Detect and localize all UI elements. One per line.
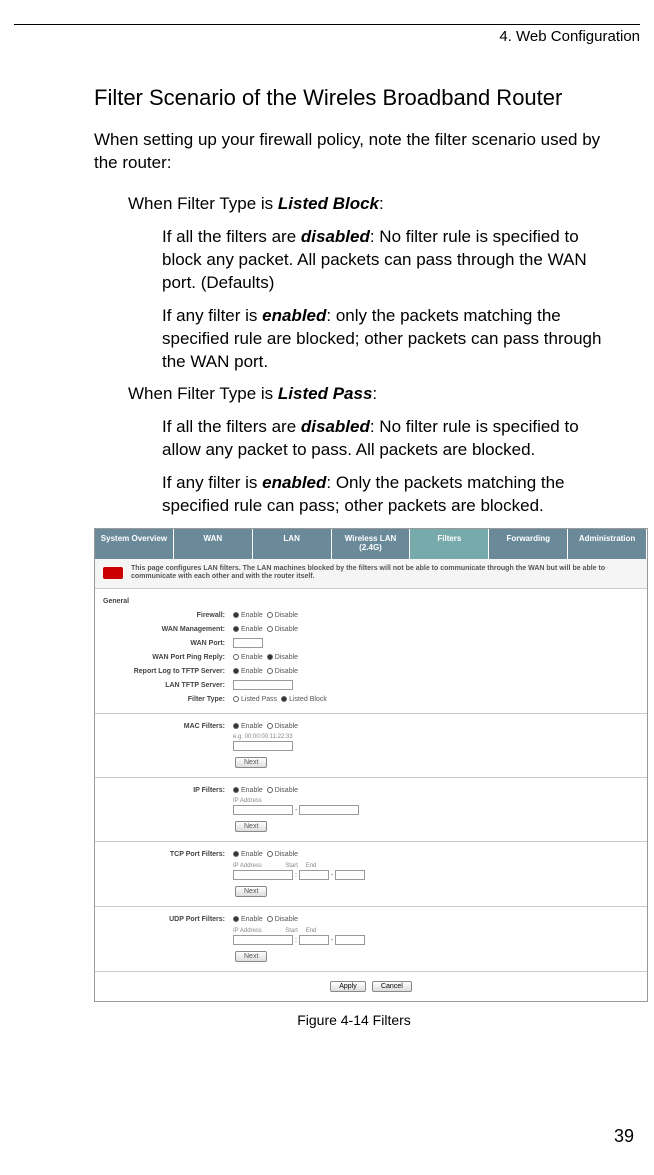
tab-lan[interactable]: LAN bbox=[253, 529, 332, 559]
label-wan-mgmt: WAN Management: bbox=[103, 623, 225, 637]
nav-tabs: System Overview WAN LAN Wireless LAN (2.… bbox=[95, 529, 647, 559]
tab-wan[interactable]: WAN bbox=[174, 529, 253, 559]
tab-system[interactable]: System Overview bbox=[95, 529, 174, 559]
form-buttons: Apply Cancel bbox=[95, 972, 647, 1001]
udp-end-input[interactable] bbox=[335, 935, 365, 945]
listed-pass-heading: When Filter Type is Listed Pass: bbox=[128, 383, 614, 406]
ping-radios[interactable]: Enable Disable bbox=[233, 651, 639, 665]
udp-start-input[interactable] bbox=[299, 935, 329, 945]
tcp-title: TCP Port Filters: bbox=[103, 848, 225, 862]
wanmgmt-radios[interactable]: Enable Disable bbox=[233, 623, 639, 637]
tftp-radios[interactable]: Enable Disable bbox=[233, 665, 639, 679]
udp-filters-section: UDP Port Filters: Enable Disable IP Addr… bbox=[95, 907, 647, 972]
page-content: Filter Scenario of the Wireles Broadband… bbox=[0, 25, 654, 1028]
label-filter-type: Filter Type: bbox=[103, 693, 225, 707]
figure-caption: Figure 4-14 Filters bbox=[94, 1012, 614, 1028]
filtertype-radios[interactable]: Listed Pass Listed Block bbox=[233, 693, 639, 707]
tcp-end-input[interactable] bbox=[335, 870, 365, 880]
udp-title: UDP Port Filters: bbox=[103, 913, 225, 927]
ip-input1[interactable] bbox=[233, 805, 293, 815]
cancel-button[interactable]: Cancel bbox=[372, 981, 412, 992]
tab-forwarding[interactable]: Forwarding bbox=[489, 529, 568, 559]
router-ui-figure: System Overview WAN LAN Wireless LAN (2.… bbox=[94, 528, 648, 1001]
section-title: Filter Scenario of the Wireles Broadband… bbox=[94, 85, 614, 111]
apply-button[interactable]: Apply bbox=[330, 981, 366, 992]
mac-filters-section: MAC Filters: Enable Disable e.g. 00:00:0… bbox=[95, 714, 647, 778]
ip-radios[interactable]: Enable Disable bbox=[233, 784, 639, 798]
tab-wlan[interactable]: Wireless LAN (2.4G) bbox=[332, 529, 411, 559]
tcp-radios[interactable]: Enable Disable bbox=[233, 848, 639, 862]
mac-next-button[interactable]: Next bbox=[235, 757, 267, 768]
note-icon bbox=[103, 567, 123, 579]
udp-ip-input[interactable] bbox=[233, 935, 293, 945]
mac-radios[interactable]: Enable Disable bbox=[233, 720, 639, 734]
intro-paragraph: When setting up your firewall policy, no… bbox=[94, 129, 614, 175]
general-title: General bbox=[103, 595, 225, 609]
mac-input[interactable] bbox=[233, 741, 293, 751]
ip-title: IP Filters: bbox=[103, 784, 225, 798]
mac-title: MAC Filters: bbox=[103, 720, 225, 734]
general-section: General Firewall: WAN Management: WAN Po… bbox=[95, 589, 647, 714]
udp-next-button[interactable]: Next bbox=[235, 951, 267, 962]
ip-filters-section: IP Filters: Enable Disable IP Address - … bbox=[95, 778, 647, 842]
tcp-next-button[interactable]: Next bbox=[235, 886, 267, 897]
listed-pass-enabled: If any filter is enabled: Only the packe… bbox=[162, 472, 614, 518]
listed-block-heading: When Filter Type is Listed Block: bbox=[128, 193, 614, 216]
tcp-ip-input[interactable] bbox=[233, 870, 293, 880]
page-number: 39 bbox=[614, 1126, 634, 1147]
listed-pass-disabled: If all the filters are disabled: No filt… bbox=[162, 416, 614, 462]
label-wan-port: WAN Port: bbox=[103, 637, 225, 651]
tcp-filters-section: TCP Port Filters: Enable Disable IP Addr… bbox=[95, 842, 647, 907]
ip-input2[interactable] bbox=[299, 805, 359, 815]
note-text: This page configures LAN filters. The LA… bbox=[131, 565, 639, 582]
info-note: This page configures LAN filters. The LA… bbox=[95, 559, 647, 589]
label-firewall: Firewall: bbox=[103, 609, 225, 623]
label-ping: WAN Port Ping Reply: bbox=[103, 651, 225, 665]
tab-admin[interactable]: Administration bbox=[568, 529, 647, 559]
tcp-start-input[interactable] bbox=[299, 870, 329, 880]
listed-block-enabled: If any filter is enabled: only the packe… bbox=[162, 305, 614, 374]
udp-radios[interactable]: Enable Disable bbox=[233, 913, 639, 927]
ip-next-button[interactable]: Next bbox=[235, 821, 267, 832]
label-tftp: Report Log to TFTP Server: bbox=[103, 665, 225, 679]
tftp-server-input[interactable] bbox=[233, 680, 293, 690]
wan-port-input[interactable] bbox=[233, 638, 263, 648]
tab-filters[interactable]: Filters bbox=[410, 529, 489, 559]
listed-block-disabled: If all the filters are disabled: No filt… bbox=[162, 226, 614, 295]
label-tftp-server: LAN TFTP Server: bbox=[103, 679, 225, 693]
firewall-radios[interactable]: Enable Disable bbox=[233, 609, 639, 623]
chapter-header: 4. Web Configuration bbox=[499, 28, 640, 45]
